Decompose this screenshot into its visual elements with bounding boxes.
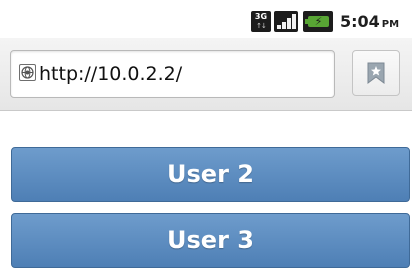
- status-bar: 3G ↑↓ ⚡ 5:04 PM: [0, 0, 412, 38]
- signal-bar: [277, 25, 281, 29]
- 3g-data-icon: 3G ↑↓: [251, 11, 271, 32]
- network-type-label: 3G: [254, 12, 268, 21]
- url-field[interactable]: http://10.0.2.2/: [10, 50, 335, 98]
- battery-charging-icon: ⚡: [303, 11, 333, 32]
- user-3-button[interactable]: User 3: [11, 213, 410, 268]
- globe-page-icon: [19, 64, 36, 81]
- clock-ampm: PM: [381, 19, 400, 30]
- browser-toolbar: http://10.0.2.2/: [0, 38, 412, 111]
- bookmark-button[interactable]: [352, 50, 400, 96]
- data-activity-arrows: ↑↓: [256, 22, 267, 30]
- signal-bar: [282, 22, 286, 29]
- user-2-button[interactable]: User 2: [11, 147, 410, 202]
- bookmark-icon: [367, 62, 385, 84]
- clock-time: 5:04: [340, 12, 380, 31]
- signal-bar: [287, 18, 291, 29]
- url-text[interactable]: http://10.0.2.2/: [39, 60, 182, 88]
- signal-strength-icon: [274, 11, 298, 32]
- signal-bar: [292, 14, 296, 29]
- charging-bolt-icon: ⚡: [314, 15, 323, 28]
- status-clock: 5:04 PM: [340, 10, 399, 34]
